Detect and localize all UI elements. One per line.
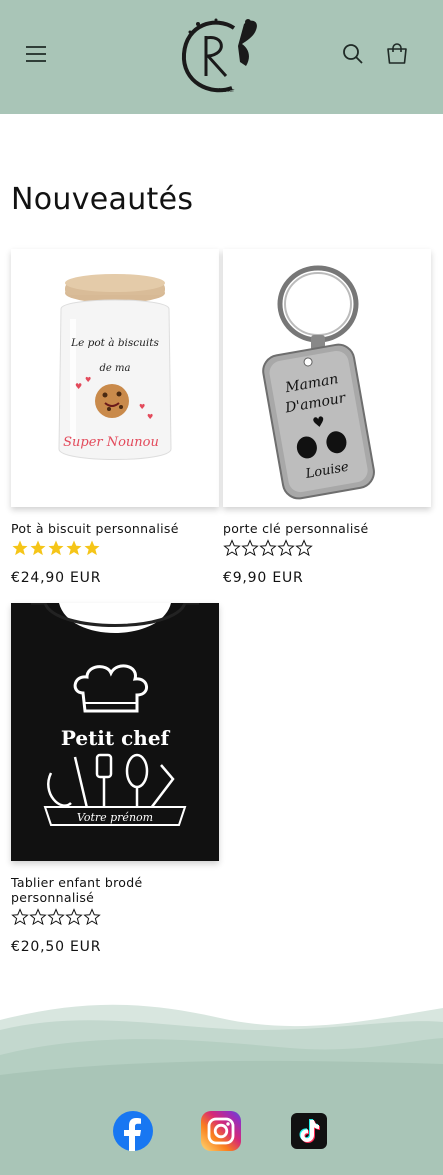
star-empty-icon	[83, 908, 101, 926]
star-filled-icon	[30, 540, 46, 556]
apron-text-line2: Votre prénom	[77, 811, 153, 824]
jar-text-line1: Le pot à biscuits	[70, 337, 159, 349]
menu-button[interactable]	[16, 34, 56, 74]
product-title[interactable]: porte clé personnalisé	[223, 521, 431, 536]
cart-icon	[387, 43, 407, 64]
tiktok-link[interactable]	[289, 1111, 329, 1151]
star-filled-icon	[12, 540, 28, 556]
instagram-link[interactable]	[201, 1111, 241, 1151]
star-empty-icon	[259, 539, 277, 557]
product-card[interactable]: Le pot à biscuits de ma ♥ ♥ ♥ ♥ Super No…	[11, 249, 219, 586]
star-empty-icon	[65, 908, 83, 926]
star-filled-icon	[48, 540, 64, 556]
site-logo[interactable]: Atelier	[176, 10, 266, 100]
jar-text-line3: Super Nounou	[63, 435, 159, 450]
svg-text:♥: ♥	[85, 376, 91, 384]
product-price: €20,50 EUR	[11, 939, 102, 955]
product-title[interactable]: Pot à biscuit personnalisé	[11, 521, 219, 536]
site-header: Atelier	[0, 0, 443, 114]
star-filled-icon	[66, 540, 82, 556]
star-empty-icon	[29, 908, 47, 926]
logo-subtext: Atelier	[218, 88, 235, 94]
svg-text:♥: ♥	[75, 382, 82, 391]
product-title[interactable]: Tablier enfant brodé personnalisé	[11, 875, 219, 905]
apron-text-line1: Petit chef	[61, 726, 171, 750]
product-image[interactable]: Petit chef Votre prénom	[11, 603, 219, 861]
search-icon	[343, 44, 363, 64]
tiktok-icon	[291, 1113, 327, 1149]
star-empty-icon	[47, 908, 65, 926]
star-filled-icon	[84, 540, 100, 556]
instagram-icon	[201, 1111, 241, 1151]
star-empty-icon	[11, 908, 29, 926]
hamburger-menu-icon	[26, 46, 46, 62]
product-price: €24,90 EUR	[11, 570, 102, 586]
jar-text-line2: de ma	[100, 363, 131, 374]
product-card[interactable]: Petit chef Votre prénom Tablier enfant b…	[11, 603, 219, 955]
search-button[interactable]	[333, 34, 373, 74]
product-rating	[11, 538, 219, 558]
star-empty-icon	[295, 539, 313, 557]
section-title: Nouveautés	[11, 182, 194, 217]
cart-button[interactable]	[377, 34, 417, 74]
product-image[interactable]: Le pot à biscuits de ma ♥ ♥ ♥ ♥ Super No…	[11, 249, 219, 507]
svg-text:♥: ♥	[147, 413, 153, 421]
product-card[interactable]: Maman D'amour ♥ Louise porte clé personn…	[223, 249, 431, 586]
product-price: €9,90 EUR	[223, 570, 304, 586]
product-rating	[11, 907, 219, 927]
star-empty-icon	[223, 539, 241, 557]
facebook-icon	[113, 1111, 153, 1151]
star-empty-icon	[241, 539, 259, 557]
star-empty-icon	[277, 539, 295, 557]
product-rating	[223, 538, 431, 558]
product-image[interactable]: Maman D'amour ♥ Louise	[223, 249, 431, 507]
svg-text:♥: ♥	[139, 403, 145, 411]
facebook-link[interactable]	[113, 1111, 153, 1151]
